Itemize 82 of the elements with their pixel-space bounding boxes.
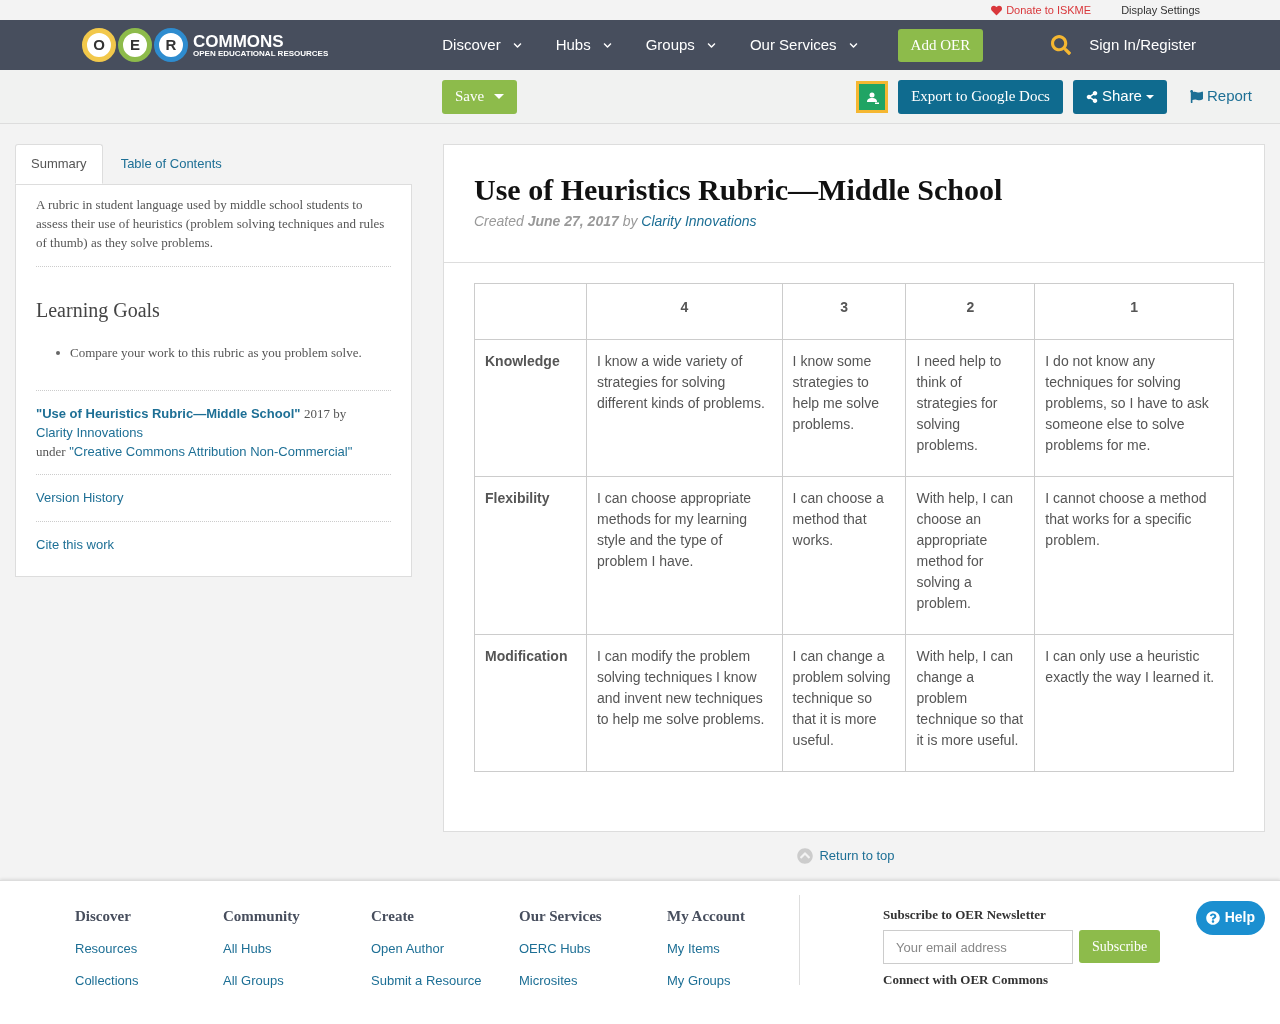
nav-menu-item[interactable]: Groups [645, 33, 716, 57]
sign-in-link[interactable]: Sign In/Register [1089, 33, 1196, 57]
heart-icon [991, 4, 1003, 16]
footer-link[interactable]: All Hubs [223, 939, 371, 959]
table-cell: With help, I can choose an appropriate method for solving a problem. [905, 476, 1035, 635]
help-icon [1205, 910, 1220, 925]
chevron-icon [848, 40, 858, 50]
table-cell: I can change a problem solving technique so that it is more useful. [782, 634, 906, 772]
display-settings-link[interactable]: Display Settings [1121, 1, 1200, 19]
table-cell: I can choose appropriate methods for my learning style and the type of problem I have. [586, 476, 783, 635]
author-link[interactable]: Clarity Innovations [36, 423, 391, 442]
created-date: June 27, 2017 [527, 213, 619, 229]
footer-heading: Community [223, 906, 301, 926]
donate-link[interactable]: Donate to ISKME [991, 1, 1092, 19]
footer-link[interactable]: Open Author [371, 939, 519, 959]
export-google-docs-button[interactable]: Export to Google Docs [898, 79, 1063, 114]
share-icon [1085, 90, 1098, 103]
footer-heading: My Account [667, 906, 746, 926]
footer-link[interactable]: Submit a Resource [371, 970, 519, 990]
bullet-icon [56, 351, 60, 355]
attribution-under: under [36, 444, 66, 459]
footer-link[interactable]: OERC Hubs [519, 939, 667, 959]
report-link[interactable]: Report [1189, 85, 1252, 108]
sidebar-tab[interactable]: Summary [15, 144, 103, 184]
chevron-icon [602, 40, 612, 50]
footer-link[interactable]: My Items [667, 939, 815, 959]
table-cell: I can choose a method that works. [782, 476, 906, 635]
table-cell: I do not know any techniques for solving problems, so I have to ask someone else to solve problems for me. [1034, 339, 1234, 477]
nav-menu-item[interactable]: Discover [442, 33, 522, 57]
table-cell: I know a wide variety of strategies for solving different kinds of problems. [586, 339, 783, 477]
footer-link[interactable]: Collections [75, 970, 223, 990]
sidebar-link[interactable]: Cite this work [36, 534, 391, 554]
created-label: Created [474, 213, 524, 229]
up-arrow-icon [797, 847, 814, 864]
table-cell: I know some strategies to help me solve problems. [782, 339, 906, 477]
logo-name: COMMONS [193, 32, 285, 50]
footer-link[interactable]: My Groups [667, 970, 815, 990]
learning-goal: Compare your work to this rubric as you problem solve. [70, 344, 362, 362]
footer-heading: Our Services [519, 906, 603, 926]
table-header-cell: 2 [905, 283, 1035, 340]
connect-heading: Connect with OER Commons [883, 971, 1050, 989]
table-header-cell: 1 [1034, 283, 1234, 340]
share-button[interactable]: Share [1072, 79, 1167, 114]
email-input-field[interactable]: Your email address [883, 930, 1073, 964]
chevron-icon [706, 40, 716, 50]
learning-goals-heading: Learning Goals [36, 298, 161, 324]
chevron-icon [512, 40, 522, 50]
row-header-cell: Knowledge [474, 339, 587, 477]
footer-link[interactable]: All Groups [223, 970, 371, 990]
table-cell: I can only use a heuristic exactly the way I learned it. [1034, 634, 1234, 772]
footer-link[interactable]: Microsites [519, 970, 667, 990]
caret-icon [1145, 94, 1154, 99]
footer-link[interactable]: Resources [75, 939, 223, 959]
resource-description: A rubric in student language used by middle school students to assess their use of heuristics (problem solving techniques and rules of thumb) as they solve problems. [36, 196, 386, 252]
search-icon[interactable] [1051, 35, 1072, 55]
author-link[interactable]: Clarity Innovations [641, 213, 757, 229]
sidebar-link[interactable]: Version History [36, 488, 391, 508]
footer-heading: Create [371, 906, 416, 926]
row-header-cell: Modification [474, 634, 587, 772]
resource-title: Use of Heuristics Rubric—Middle School [474, 172, 1004, 208]
by-label: by [622, 213, 638, 229]
footer-heading: Discover [75, 906, 132, 926]
help-button[interactable]: Help [1195, 900, 1265, 935]
table-cell: With help, I can change a problem technique so that it is more useful. [905, 634, 1035, 772]
table-cell: I cannot choose a method that works for a specific problem. [1034, 476, 1234, 635]
table-header-cell: 4 [586, 283, 783, 340]
return-to-top-link[interactable]: Return to top [797, 846, 895, 866]
classroom-icon[interactable] [856, 80, 889, 113]
nav-menu-item[interactable]: Our Services [749, 33, 858, 57]
flag-icon [1189, 90, 1203, 103]
caret-icon [494, 94, 505, 99]
newsletter-heading: Subscribe to OER Newsletter [883, 905, 1047, 924]
logo-tagline: OPEN EDUCATIONAL RESOURCES [193, 49, 329, 58]
row-header-cell: Flexibility [474, 476, 587, 635]
sidebar-tab[interactable]: Table of Contents [102, 144, 240, 184]
attribution-year: 2017 by [304, 406, 347, 421]
table-cell: I need help to think of strategies for solving problems. [905, 339, 1035, 477]
table-header-cell: 3 [782, 283, 906, 340]
license-link[interactable]: "Creative Commons Attribution Non-Commercial" [69, 444, 353, 459]
resource-title-link[interactable]: "Use of Heuristics Rubric—Middle School" [36, 406, 301, 421]
table-cell: I can modify the problem solving techniques I know and invent new techniques to help me solve problems. [586, 634, 783, 772]
nav-menu-item[interactable]: Hubs [555, 33, 612, 57]
